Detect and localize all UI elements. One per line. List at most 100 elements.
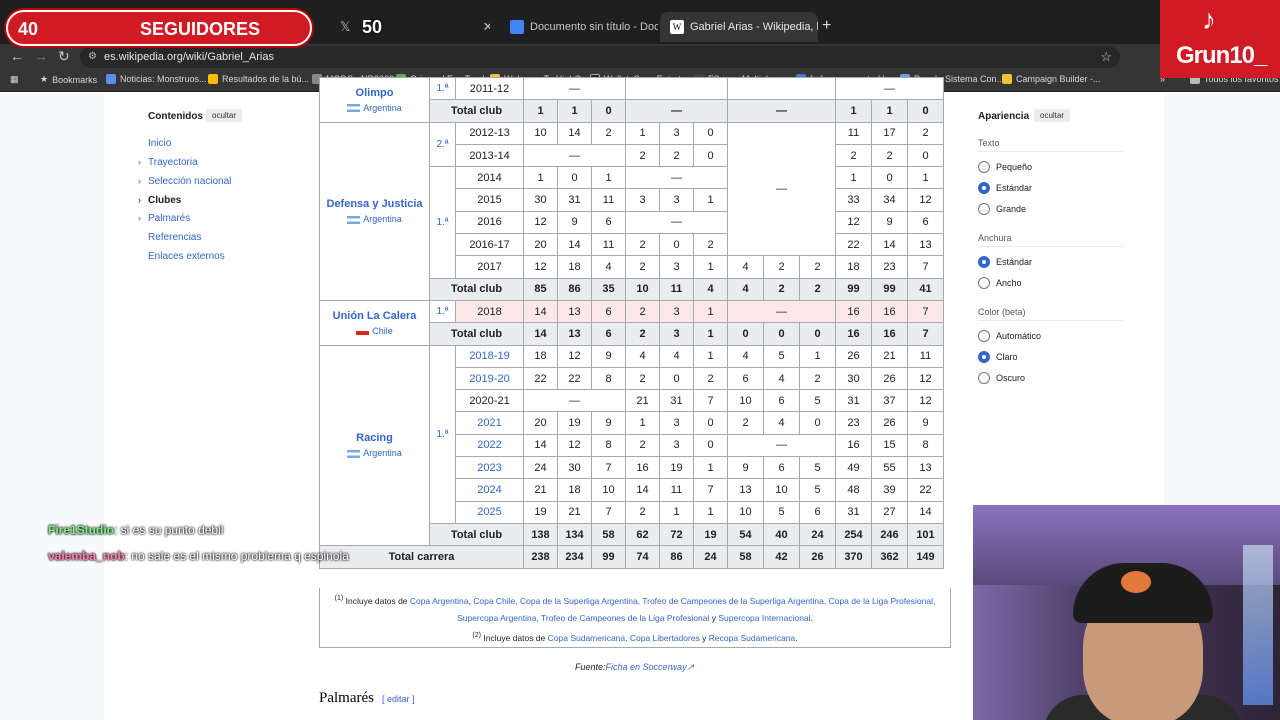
radio-icon bbox=[978, 161, 990, 173]
club-country[interactable]: Argentina bbox=[320, 103, 429, 113]
value-cell: 49 bbox=[835, 456, 872, 480]
club-racing[interactable]: Racing Argentina bbox=[319, 344, 430, 547]
value-cell: 1 bbox=[693, 456, 728, 480]
total-club-label: Total club bbox=[429, 99, 524, 123]
value-cell: 0 bbox=[693, 143, 728, 168]
value-cell: 16 bbox=[835, 433, 872, 458]
note-1-last-link[interactable]: Supercopa Internacional bbox=[718, 613, 810, 623]
close-icon[interactable]: ✕ bbox=[482, 19, 490, 35]
value-cell: 14 bbox=[625, 478, 660, 502]
toc-item-clubes[interactable]: › Clubes bbox=[138, 195, 181, 206]
reload-icon[interactable]: ↻ bbox=[58, 48, 70, 65]
value-cell: 54 bbox=[727, 522, 764, 547]
url-field[interactable]: ⚙ es.wikipedia.org/wiki/Gabriel_Arias ☆ bbox=[80, 46, 1120, 68]
appearance-hide-button[interactable]: ocultar bbox=[1034, 109, 1071, 122]
toc-item-inicio[interactable]: Inicio bbox=[148, 138, 171, 149]
tab-document[interactable]: Documento sin título - Docume ✕ bbox=[500, 12, 658, 42]
chile-flag-icon bbox=[356, 327, 370, 336]
tab-x[interactable]: 𝕏 ✕ bbox=[330, 12, 490, 42]
edit-section-link[interactable]: [ editar ] bbox=[382, 694, 415, 704]
season-link[interactable]: 2019-20 bbox=[455, 366, 524, 391]
chat-username: Fire1Studio bbox=[48, 523, 115, 537]
value-cell: 31 bbox=[557, 188, 592, 212]
season-link[interactable]: 2022 bbox=[455, 433, 524, 458]
season-cell: 2020-21 bbox=[455, 389, 524, 413]
radio-selected-icon bbox=[978, 256, 990, 268]
value-cell: 10 bbox=[523, 121, 558, 145]
value-cell: 6 bbox=[763, 456, 800, 480]
value-cell: 18 bbox=[557, 478, 592, 502]
club-union-la-calera[interactable]: Unión La Calera Chile bbox=[319, 299, 430, 346]
division-cell[interactable]: 1.ª bbox=[429, 344, 456, 524]
chevron-right-icon[interactable]: › bbox=[138, 176, 141, 186]
note-2-last-link[interactable]: Recopa Sudamericana bbox=[709, 633, 795, 643]
division-cell[interactable]: 1.ª bbox=[429, 299, 456, 324]
text-size-large-radio[interactable]: Grande bbox=[978, 203, 1026, 215]
dash-cell: — bbox=[625, 210, 728, 235]
value-cell: 72 bbox=[659, 522, 694, 547]
site-info-icon[interactable]: ⚙ bbox=[88, 46, 97, 68]
dash-cell: — bbox=[625, 166, 728, 190]
value-cell: 246 bbox=[871, 522, 908, 547]
width-standard-radio[interactable]: Estándar bbox=[978, 256, 1032, 268]
club-country[interactable]: Chile bbox=[320, 326, 429, 336]
value-cell: 11 bbox=[659, 277, 694, 301]
value-cell: 26 bbox=[799, 545, 836, 569]
toc-item-enlaces[interactable]: Enlaces externos bbox=[148, 251, 225, 262]
value-cell: 14 bbox=[907, 500, 944, 524]
toc-item-trayectoria[interactable]: › Trayectoria bbox=[138, 157, 198, 168]
value-cell: 8 bbox=[907, 433, 944, 458]
chevron-right-icon[interactable]: › bbox=[138, 195, 141, 205]
toc-item-referencias[interactable]: Referencias bbox=[148, 232, 201, 243]
radio-icon bbox=[978, 330, 990, 342]
argentina-flag-icon bbox=[347, 450, 361, 459]
toc-item-seleccion[interactable]: › Selección nacional bbox=[138, 176, 231, 187]
club-olimpo[interactable]: Olimpo Argentina bbox=[319, 77, 430, 123]
bookmark-item[interactable]: Resultados de la bú... bbox=[208, 74, 309, 84]
tab-wikipedia[interactable]: W Gabriel Arias - Wikipedia, la enc ✕ bbox=[660, 12, 818, 42]
division-cell[interactable]: 1.ª bbox=[429, 166, 456, 279]
toc-hide-button[interactable]: ocultar bbox=[206, 109, 243, 122]
bookmark-item[interactable]: Campaign Builder -... bbox=[1002, 74, 1101, 84]
soccerway-link[interactable]: Ficha en Soccerway bbox=[606, 662, 687, 672]
bookmark-item[interactable]: ★ Bookmarks bbox=[40, 74, 97, 85]
new-tab-icon[interactable]: + bbox=[822, 17, 831, 35]
text-size-standard-radio[interactable]: Estándar bbox=[978, 182, 1032, 194]
chevron-right-icon[interactable]: › bbox=[138, 157, 141, 167]
value-cell: 2 bbox=[799, 255, 836, 279]
note-1-links[interactable]: Copa Argentina, Copa Chile, Copa de la S… bbox=[410, 596, 935, 623]
club-country[interactable]: Argentina bbox=[320, 214, 429, 224]
club-defensa-y-justicia[interactable]: Defensa y Justicia Argentina bbox=[319, 121, 430, 301]
club-country[interactable]: Argentina bbox=[320, 448, 429, 458]
dash-cell: — bbox=[835, 76, 944, 101]
bookmark-item[interactable]: Noticias: Monstruos... bbox=[106, 74, 207, 84]
season-link[interactable]: 2018-19 bbox=[455, 344, 524, 368]
back-icon[interactable]: ← bbox=[10, 48, 24, 64]
address-bar-row: ← → ↻ ⚙ es.wikipedia.org/wiki/Gabriel_Ar… bbox=[0, 44, 1280, 70]
total-club-label: Total club bbox=[429, 277, 524, 301]
width-wide-radio[interactable]: Ancho bbox=[978, 277, 1022, 289]
value-cell: 16 bbox=[835, 322, 872, 346]
forward-icon[interactable]: → bbox=[34, 48, 48, 64]
season-link[interactable]: 2023 bbox=[455, 456, 524, 480]
value-cell: 3 bbox=[659, 411, 694, 435]
color-light-radio[interactable]: Claro bbox=[978, 351, 1018, 363]
division-cell[interactable]: 1.ª bbox=[429, 76, 456, 101]
division-cell[interactable]: 2.ª bbox=[429, 121, 456, 168]
season-link[interactable]: 2025 bbox=[455, 500, 524, 524]
wikipedia-icon: W bbox=[670, 20, 684, 34]
bookmark-star-icon[interactable]: ☆ bbox=[1100, 46, 1112, 68]
apps-icon[interactable]: ▦ bbox=[10, 74, 19, 85]
text-size-small-radio[interactable]: Pequeño bbox=[978, 161, 1032, 173]
value-cell: 1 bbox=[835, 166, 872, 190]
value-cell: 21 bbox=[625, 389, 660, 413]
chevron-right-icon[interactable]: › bbox=[138, 213, 141, 223]
note-2-links[interactable]: Copa Sudamericana, Copa Libertadores bbox=[548, 633, 700, 643]
season-link[interactable]: 2021 bbox=[455, 411, 524, 435]
value-cell: 19 bbox=[557, 411, 592, 435]
season-link[interactable]: 2024 bbox=[455, 478, 524, 502]
toc-item-palmares[interactable]: › Palmarés bbox=[138, 213, 190, 224]
color-auto-radio[interactable]: Automático bbox=[978, 330, 1041, 342]
color-dark-radio[interactable]: Oscuro bbox=[978, 372, 1025, 384]
value-cell: 370 bbox=[835, 545, 872, 569]
